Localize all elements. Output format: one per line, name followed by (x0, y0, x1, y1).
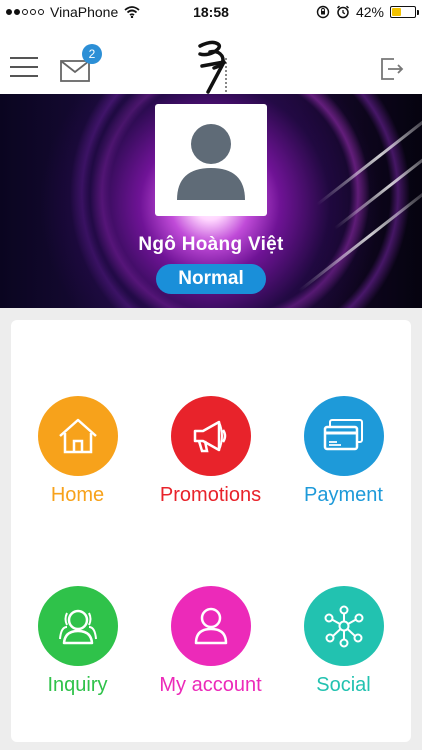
menu-label: Promotions (159, 484, 262, 506)
menu-label: My account (159, 674, 262, 696)
logout-icon[interactable] (380, 58, 404, 80)
menu-label: Social (316, 674, 371, 696)
menu-item-promotions[interactable]: Promotions (144, 396, 277, 507)
light-streak (316, 105, 422, 206)
status-left: VinaPhone (6, 4, 140, 20)
user-icon (170, 586, 251, 666)
menu-label: Payment (304, 484, 383, 506)
menu-item-social[interactable]: Social (277, 586, 410, 697)
status-bar: VinaPhone 18:58 42% (0, 0, 422, 24)
envelope-icon (60, 60, 90, 82)
user-name: Ngô Hoàng Việt (138, 234, 284, 255)
credit-card-icon (303, 396, 384, 476)
battery-icon (390, 6, 419, 18)
menu-item-my-account[interactable]: My account (144, 586, 277, 697)
users-icon (37, 586, 118, 666)
network-icon (303, 586, 384, 666)
avatar[interactable] (155, 104, 267, 216)
main-menu-card: Home Promotions Payment Inquiry My accou… (11, 320, 411, 742)
menu-label: Inquiry (47, 674, 108, 696)
mail-count-badge: 2 (82, 44, 102, 64)
hamburger-menu-icon[interactable] (10, 57, 38, 77)
menu-item-home[interactable]: Home (11, 396, 144, 507)
top-nav-bar: 2 (0, 24, 422, 94)
carrier-name: VinaPhone (50, 4, 119, 20)
battery-percent: 42% (355, 4, 384, 20)
megaphone-icon (170, 396, 251, 476)
menu-item-inquiry[interactable]: Inquiry (11, 586, 144, 697)
profile-banner: Ngô Hoàng Việt Normal (0, 94, 422, 308)
status-right: 42% (316, 4, 419, 20)
user-avatar-icon (177, 124, 245, 200)
rotation-lock-icon (316, 5, 330, 19)
wifi-icon (124, 6, 140, 18)
alarm-icon (336, 5, 349, 19)
signal-icon (6, 9, 44, 15)
menu-label: Home (50, 484, 105, 506)
mail-button[interactable]: 2 (60, 44, 102, 84)
home-icon (37, 396, 118, 476)
battery-level (392, 8, 402, 16)
app-screen: VinaPhone 18:58 42% 2 Ngô Hoàng Việt Nor… (0, 0, 422, 750)
menu-item-payment[interactable]: Payment (277, 396, 410, 507)
membership-level-badge: Normal (156, 264, 266, 294)
brand-logo (198, 40, 227, 94)
